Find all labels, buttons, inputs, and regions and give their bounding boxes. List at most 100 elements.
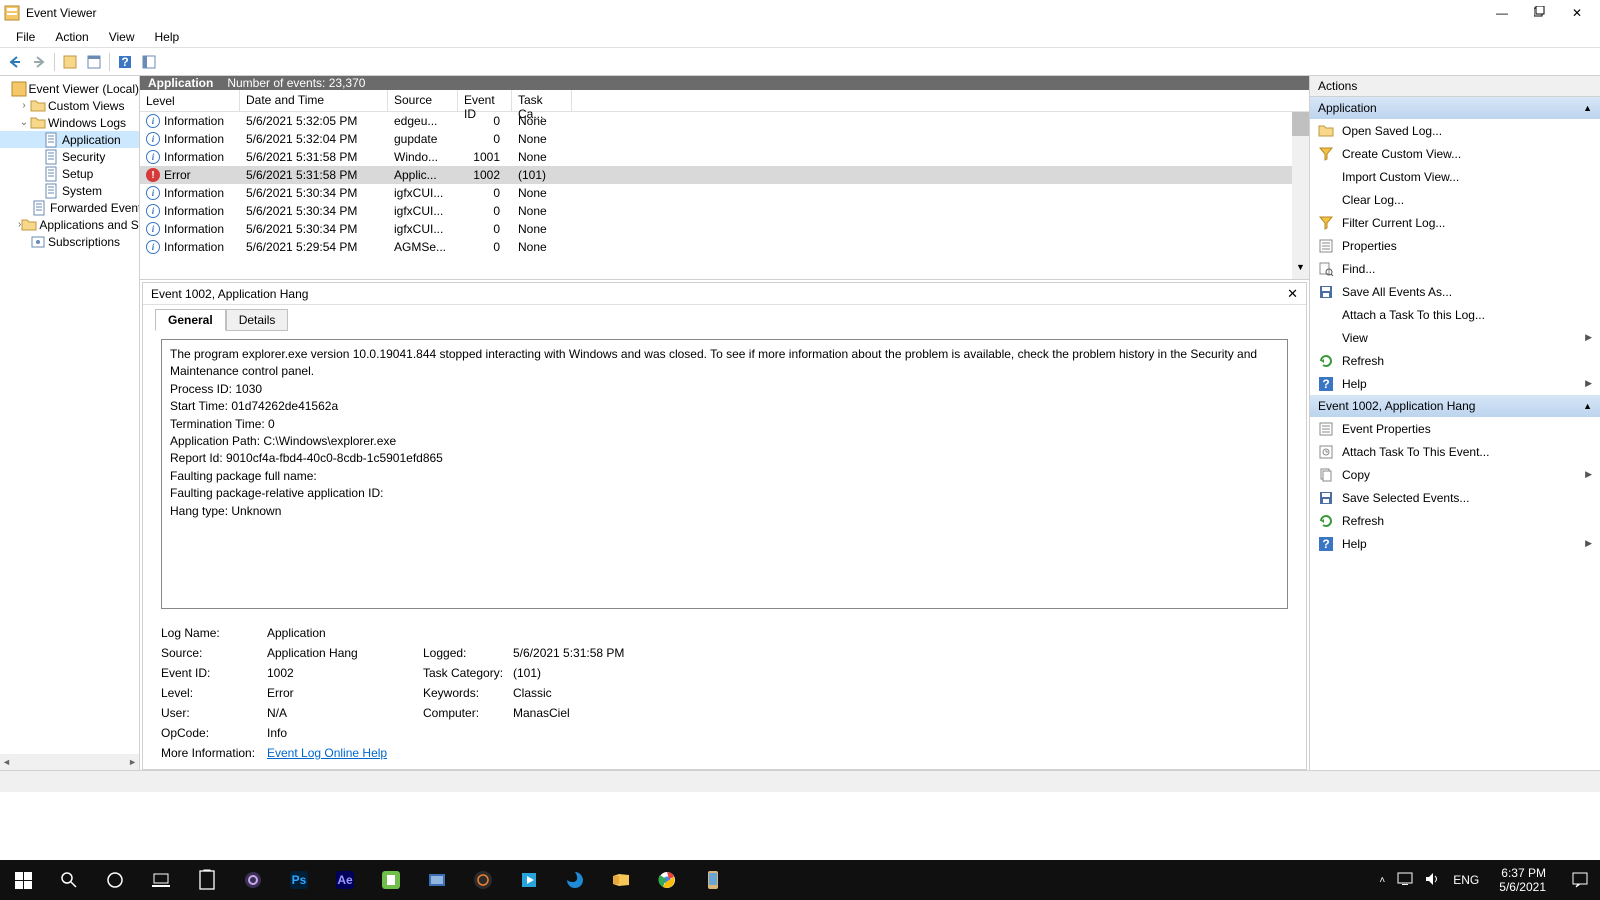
action-item[interactable]: Save Selected Events... bbox=[1310, 486, 1600, 509]
event-detail-pane: Event 1002, Application Hang ✕ General D… bbox=[142, 282, 1307, 770]
forward-button[interactable] bbox=[28, 51, 50, 73]
event-row[interactable]: iInformation 5/6/2021 5:30:34 PM igfxCUI… bbox=[140, 220, 1309, 238]
action-item[interactable]: Find... bbox=[1310, 257, 1600, 280]
event-row[interactable]: iInformation 5/6/2021 5:30:34 PM igfxCUI… bbox=[140, 184, 1309, 202]
actions-section-header[interactable]: Application▲ bbox=[1310, 97, 1600, 119]
show-tree-button[interactable] bbox=[59, 51, 81, 73]
taskbar[interactable]: Ps Ae ˄ ENG 6:37 PM 5/6/2021 bbox=[0, 860, 1600, 900]
action-item[interactable]: Filter Current Log... bbox=[1310, 211, 1600, 234]
action-item[interactable]: Properties bbox=[1310, 234, 1600, 257]
tree-node[interactable]: System bbox=[0, 182, 139, 199]
detail-close-icon[interactable]: ✕ bbox=[1287, 286, 1298, 302]
tree-icon bbox=[44, 183, 60, 199]
cortana-button[interactable] bbox=[92, 860, 138, 900]
event-log-online-help-link[interactable]: Event Log Online Help bbox=[267, 746, 387, 760]
maximize-button[interactable] bbox=[1534, 6, 1544, 20]
tree-horizontal-scrollbar[interactable]: ◄► bbox=[0, 754, 139, 770]
system-tray[interactable]: ˄ ENG 6:37 PM 5/6/2021 bbox=[1379, 866, 1560, 895]
taskbar-app[interactable] bbox=[598, 860, 644, 900]
action-item[interactable]: View▶ bbox=[1310, 326, 1600, 349]
action-item[interactable]: ?Help▶ bbox=[1310, 532, 1600, 555]
action-item[interactable]: Clear Log... bbox=[1310, 188, 1600, 211]
tray-display-icon[interactable] bbox=[1397, 872, 1413, 889]
menu-view[interactable]: View bbox=[99, 28, 145, 46]
action-item[interactable]: Attach a Task To this Log... bbox=[1310, 303, 1600, 326]
action-item[interactable]: Save All Events As... bbox=[1310, 280, 1600, 303]
close-button[interactable]: ✕ bbox=[1572, 6, 1582, 20]
tray-volume-icon[interactable] bbox=[1425, 872, 1441, 889]
tree-node[interactable]: Subscriptions bbox=[0, 233, 139, 250]
action-item[interactable]: Import Custom View... bbox=[1310, 165, 1600, 188]
action-item[interactable]: Refresh bbox=[1310, 349, 1600, 372]
action-item[interactable]: Copy▶ bbox=[1310, 463, 1600, 486]
col-date[interactable]: Date and Time bbox=[240, 90, 388, 111]
taskbar-app[interactable] bbox=[552, 860, 598, 900]
tab-details[interactable]: Details bbox=[226, 309, 289, 331]
taskbar-app[interactable] bbox=[368, 860, 414, 900]
tree-node[interactable]: Security bbox=[0, 148, 139, 165]
prop-label: Computer: bbox=[423, 706, 513, 720]
event-row[interactable]: iInformation 5/6/2021 5:30:34 PM igfxCUI… bbox=[140, 202, 1309, 220]
taskbar-app[interactable] bbox=[460, 860, 506, 900]
event-message[interactable]: The program explorer.exe version 10.0.19… bbox=[161, 339, 1288, 609]
prop-label: Logged: bbox=[423, 646, 513, 660]
grid-header[interactable]: Level Date and Time Source Event ID Task… bbox=[140, 90, 1309, 112]
taskbar-app[interactable]: Ps bbox=[276, 860, 322, 900]
tree-node[interactable]: ›Applications and Services Logs bbox=[0, 216, 139, 233]
toolbar: ? bbox=[0, 48, 1600, 76]
taskbar-app[interactable] bbox=[506, 860, 552, 900]
tray-chevron-icon[interactable]: ˄ bbox=[1379, 875, 1385, 886]
toolbar-button-2[interactable] bbox=[138, 51, 160, 73]
menu-file[interactable]: File bbox=[6, 28, 45, 46]
event-row[interactable]: iInformation 5/6/2021 5:32:05 PM edgeu..… bbox=[140, 112, 1309, 130]
tab-general[interactable]: General bbox=[155, 309, 226, 331]
action-item[interactable]: Attach Task To This Event... bbox=[1310, 440, 1600, 463]
event-row[interactable]: iInformation 5/6/2021 5:32:04 PM gupdate… bbox=[140, 130, 1309, 148]
action-item[interactable]: Event Properties bbox=[1310, 417, 1600, 440]
taskbar-app[interactable] bbox=[230, 860, 276, 900]
tree-node[interactable]: Setup bbox=[0, 165, 139, 182]
actions-section-header[interactable]: Event 1002, Application Hang▲ bbox=[1310, 395, 1600, 417]
tree-root[interactable]: Event Viewer (Local) bbox=[0, 80, 139, 97]
tree-node[interactable]: ⌄Windows Logs bbox=[0, 114, 139, 131]
event-grid[interactable]: Level Date and Time Source Event ID Task… bbox=[140, 90, 1309, 280]
notifications-button[interactable] bbox=[1560, 860, 1600, 900]
navigation-tree[interactable]: Event Viewer (Local)›Custom Views⌄Window… bbox=[0, 76, 140, 770]
taskbar-app[interactable] bbox=[644, 860, 690, 900]
tree-node[interactable]: Application bbox=[0, 131, 139, 148]
col-taskcat[interactable]: Task Ca... bbox=[512, 90, 572, 111]
start-button[interactable] bbox=[0, 860, 46, 900]
help-button[interactable]: ? bbox=[114, 51, 136, 73]
grid-vertical-scrollbar[interactable]: ▼ bbox=[1292, 112, 1309, 279]
tray-time: 6:37 PM bbox=[1499, 866, 1546, 880]
refresh-icon bbox=[1318, 353, 1334, 369]
col-eventid[interactable]: Event ID bbox=[458, 90, 512, 111]
action-item[interactable]: Refresh bbox=[1310, 509, 1600, 532]
menu-help[interactable]: Help bbox=[145, 28, 190, 46]
taskbar-app[interactable] bbox=[690, 860, 736, 900]
action-item[interactable]: ?Help▶ bbox=[1310, 372, 1600, 395]
minimize-button[interactable]: — bbox=[1496, 6, 1506, 20]
event-row[interactable]: iInformation 5/6/2021 5:31:58 PM Windo..… bbox=[140, 148, 1309, 166]
toolbar-button[interactable] bbox=[83, 51, 105, 73]
tray-language[interactable]: ENG bbox=[1453, 873, 1479, 887]
back-button[interactable] bbox=[4, 51, 26, 73]
taskbar-app[interactable]: Ae bbox=[322, 860, 368, 900]
tray-clock[interactable]: 6:37 PM 5/6/2021 bbox=[1491, 866, 1554, 895]
search-button[interactable] bbox=[46, 860, 92, 900]
props-icon bbox=[1318, 421, 1334, 437]
svg-text:?: ? bbox=[121, 55, 128, 69]
taskview-button[interactable] bbox=[138, 860, 184, 900]
action-item[interactable]: Create Custom View... bbox=[1310, 142, 1600, 165]
tree-node[interactable]: ›Custom Views bbox=[0, 97, 139, 114]
col-source[interactable]: Source bbox=[388, 90, 458, 111]
action-item[interactable]: Open Saved Log... bbox=[1310, 119, 1600, 142]
actions-pane: Actions Application▲Open Saved Log...Cre… bbox=[1310, 76, 1600, 770]
taskbar-app[interactable] bbox=[184, 860, 230, 900]
menu-action[interactable]: Action bbox=[45, 28, 98, 46]
col-level[interactable]: Level bbox=[140, 90, 240, 111]
tree-node[interactable]: Forwarded Events bbox=[0, 199, 139, 216]
event-row[interactable]: !Error 5/6/2021 5:31:58 PM Applic... 100… bbox=[140, 166, 1309, 184]
event-row[interactable]: iInformation 5/6/2021 5:29:54 PM AGMSe..… bbox=[140, 238, 1309, 256]
taskbar-app[interactable] bbox=[414, 860, 460, 900]
